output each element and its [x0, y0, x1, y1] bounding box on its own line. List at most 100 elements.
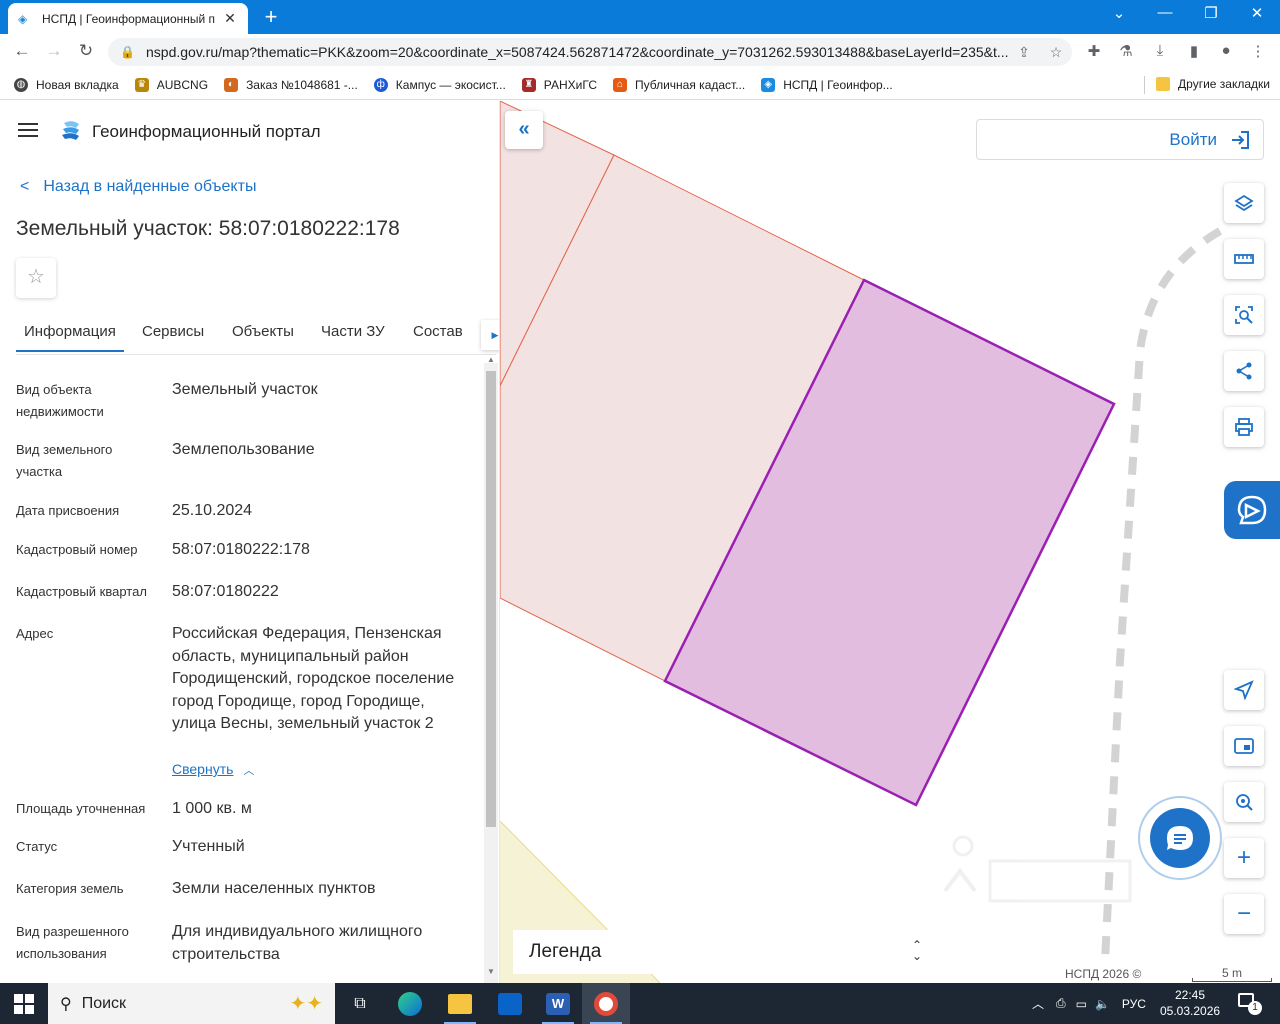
- tab-search-chevron-down-icon[interactable]: ⌄: [1096, 4, 1142, 22]
- tab-composition[interactable]: Состав: [413, 323, 463, 340]
- lab-flask-icon[interactable]: ⚗: [1114, 42, 1138, 64]
- forward-arrow-icon[interactable]: →: [42, 41, 66, 63]
- tab-parts[interactable]: Части ЗУ: [321, 323, 385, 340]
- edge-app[interactable]: [386, 983, 434, 1024]
- bookmark-item[interactable]: ◐ Заказ №1048681 -...: [224, 77, 358, 92]
- bookmark-item[interactable]: ◈ НСПД | Геоинфор...: [761, 77, 893, 92]
- explorer-app[interactable]: [436, 983, 484, 1024]
- property-label: Вид разрешенного использования: [16, 924, 129, 961]
- hamburger-menu-icon[interactable]: [18, 123, 38, 139]
- expand-collapse-icon[interactable]: ⌃ ⌄: [912, 939, 922, 962]
- lock-icon[interactable]: 🔒: [120, 45, 136, 59]
- word-app[interactable]: W: [534, 983, 582, 1024]
- edge-icon: [398, 991, 422, 1016]
- assistant-icon: [1237, 495, 1267, 525]
- close-tab-icon[interactable]: ✕: [222, 10, 238, 27]
- collapse-address-link[interactable]: Свернуть ︿: [172, 761, 254, 778]
- bookmark-item[interactable]: ♛ AUBCNG: [134, 77, 208, 92]
- bookmark-item[interactable]: ◍ Новая вкладка: [14, 77, 119, 92]
- scrollbar-thumb[interactable]: [486, 371, 496, 827]
- share-icon[interactable]: ⇪: [1008, 44, 1040, 61]
- portal-logo-icon: [62, 121, 79, 140]
- other-bookmarks[interactable]: Другие закладки: [1156, 77, 1270, 91]
- url-text[interactable]: nspd.gov.ru/map?thematic=PKK&zoom=20&coo…: [146, 44, 1008, 60]
- login-label: Войти: [1169, 129, 1217, 149]
- outlook-app[interactable]: [486, 983, 534, 1024]
- meet-now-icon[interactable]: ⎙: [1056, 996, 1066, 1011]
- collapse-sidebar-button[interactable]: «: [505, 111, 543, 149]
- bookmark-star-icon[interactable]: ☆: [1040, 44, 1072, 61]
- profile-avatar-icon[interactable]: ●: [1214, 42, 1238, 64]
- bookmark-label: РАНХиГС: [543, 77, 597, 92]
- back-arrow-icon[interactable]: ←: [10, 41, 34, 63]
- tab-services[interactable]: Сервисы: [142, 323, 204, 340]
- zoom-out-button[interactable]: −: [1224, 894, 1264, 934]
- bookmark-item[interactable]: ф Кампус — экосист...: [373, 77, 506, 92]
- print-button[interactable]: [1224, 407, 1264, 447]
- network-icon[interactable]: ▭: [1076, 997, 1087, 1011]
- download-icon[interactable]: ⤓: [1148, 42, 1172, 64]
- zoom-in-button[interactable]: +: [1224, 838, 1264, 878]
- property-label: Статус: [16, 839, 58, 854]
- chat-button[interactable]: [1150, 808, 1210, 868]
- clock[interactable]: 22:45 05.03.2026: [1160, 987, 1220, 1019]
- layers-button[interactable]: [1224, 183, 1264, 223]
- area-search-button[interactable]: [1224, 295, 1264, 335]
- windows-taskbar: ⚲ Поиск ✦✦ ⧉ W ︿ ⎙ ▭ 🔈 РУС 22:45 05.03.2…: [0, 983, 1280, 1024]
- new-tab-button[interactable]: +: [258, 4, 284, 30]
- bookmark-item[interactable]: ♜ РАНХиГС: [521, 77, 597, 92]
- folder-icon: [1156, 77, 1171, 91]
- browser-tab[interactable]: ◈ НСПД | Геоинформационный п ✕: [8, 3, 248, 34]
- eagle-icon: ♜: [521, 77, 536, 92]
- house-icon: ⌂: [613, 77, 627, 92]
- tab-information[interactable]: Информация: [16, 323, 124, 352]
- login-button[interactable]: Войти: [976, 119, 1264, 160]
- favorite-star-button[interactable]: ☆: [16, 258, 56, 298]
- portal-title[interactable]: Геоинформационный портал: [92, 122, 321, 142]
- task-view-button[interactable]: ⧉: [336, 983, 384, 1024]
- restore-button[interactable]: ❐: [1188, 4, 1234, 22]
- address-bar[interactable]: 🔒 nspd.gov.ru/map?thematic=PKK&zoom=20&c…: [108, 38, 1072, 66]
- side-panel-icon[interactable]: ▮: [1182, 42, 1206, 64]
- chat-bubble-icon: [1167, 826, 1193, 850]
- browser-chrome: ◈ НСПД | Геоинформационный п ✕ + ⌄ — ❐ ✕…: [0, 0, 1280, 101]
- chrome-app[interactable]: [582, 983, 630, 1024]
- scroll-down-icon[interactable]: ▼: [487, 967, 495, 976]
- location-search-button[interactable]: [1224, 782, 1264, 822]
- minimize-button[interactable]: —: [1142, 4, 1188, 21]
- select-area-search-icon: [1235, 306, 1253, 324]
- property-value: Российская Федерация, Пензенская область…: [172, 625, 455, 732]
- tab-objects[interactable]: Объекты: [232, 323, 294, 340]
- measure-button[interactable]: [1224, 239, 1264, 279]
- legend-panel[interactable]: Легенда ⌃ ⌄: [513, 930, 944, 974]
- ai-assistant-button[interactable]: [1224, 481, 1280, 539]
- geolocate-button[interactable]: [1224, 670, 1264, 710]
- bookmark-label: Новая вкладка: [36, 77, 119, 92]
- close-window-button[interactable]: ✕: [1234, 4, 1280, 22]
- extensions-icon[interactable]: ✚: [1082, 42, 1106, 64]
- input-language[interactable]: РУС: [1122, 997, 1146, 1011]
- back-to-results-link[interactable]: < Назад в найденные объекты: [20, 178, 256, 196]
- bookmark-item[interactable]: ⌂ Публичная кадаст...: [613, 77, 745, 92]
- minimap-button[interactable]: [1224, 726, 1264, 766]
- task-view-icon: ⧉: [354, 994, 366, 1012]
- sidebar-scrollbar[interactable]: ▲ ▼: [484, 355, 498, 983]
- notification-center-icon[interactable]: 1: [1238, 993, 1262, 1015]
- share-button[interactable]: [1224, 351, 1264, 391]
- tabs-scroll-right-icon[interactable]: ▶: [481, 320, 499, 350]
- folder-icon: [448, 993, 472, 1014]
- word-icon: W: [546, 992, 570, 1015]
- property-label: Категория земель: [16, 881, 124, 896]
- taskbar-search[interactable]: ⚲ Поиск ✦✦: [48, 983, 335, 1024]
- tab-strip: ◈ НСПД | Геоинформационный п ✕ + ⌄ — ❐ ✕: [0, 0, 1280, 34]
- reload-icon[interactable]: ↻: [74, 41, 98, 63]
- emblem-icon: ♛: [134, 77, 149, 92]
- windows-start-icon[interactable]: [14, 994, 34, 1014]
- property-label: Площадь уточненная: [16, 801, 146, 816]
- scroll-up-icon[interactable]: ▲: [487, 355, 495, 364]
- tray-expand-icon[interactable]: ︿: [1032, 995, 1044, 1012]
- property-label: Адрес: [16, 626, 54, 641]
- map-attribution: НСПД 2026 © 5 m: [1058, 964, 1280, 983]
- menu-kebab-icon[interactable]: ⋮: [1246, 42, 1270, 64]
- volume-muted-icon[interactable]: 🔈: [1095, 997, 1110, 1011]
